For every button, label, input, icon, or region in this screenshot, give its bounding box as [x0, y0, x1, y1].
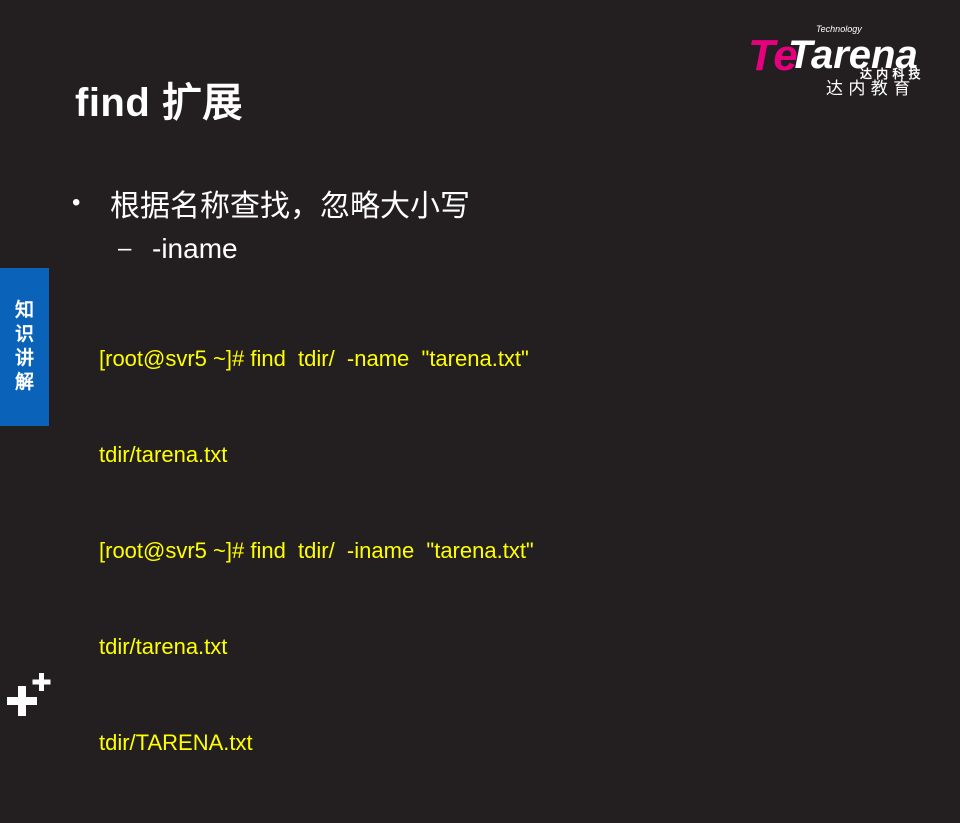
plus-icon	[7, 673, 51, 716]
logo-jiaoyu-text: 达 内 教 育	[826, 79, 910, 99]
slide-title: find 扩展	[75, 81, 243, 125]
bullet-marker: •	[72, 189, 81, 216]
bullet-item: • 根据名称查找，忽略大小写	[72, 181, 470, 225]
sub-bullet-text: -iname	[152, 233, 238, 264]
code-line: tdir/tarena.txt	[99, 634, 228, 659]
bullet-text: 根据名称查找，忽略大小写	[110, 190, 470, 223]
sub-bullet-item: – -iname	[118, 233, 238, 265]
side-tab-char: 讲	[14, 348, 34, 369]
code-line: [root@svr5 ~]# find tdir/ -name "tarena.…	[99, 346, 529, 371]
side-tab-char: 知	[14, 300, 34, 321]
slide: Te Technology Tarena 达 内 科 技 达 内 教 育 fin…	[0, 0, 960, 755]
code-line: tdir/tarena.txt	[99, 442, 228, 467]
code-line: [root@svr5 ~]# find tdir/ -iname "tarena…	[99, 538, 534, 563]
side-tab-char: 识	[14, 324, 34, 345]
tarena-logo: Te Technology Tarena 达 内 科 技 达 内 教 育	[748, 24, 922, 99]
side-tab-char: 解	[14, 372, 34, 393]
side-tab-knowledge: 知 识 讲 解	[0, 268, 49, 426]
sub-bullet-marker: –	[118, 235, 132, 262]
code-line: tdir/TARENA.txt	[99, 730, 253, 755]
code-block: [root@svr5 ~]# find tdir/ -name "tarena.…	[99, 279, 534, 823]
